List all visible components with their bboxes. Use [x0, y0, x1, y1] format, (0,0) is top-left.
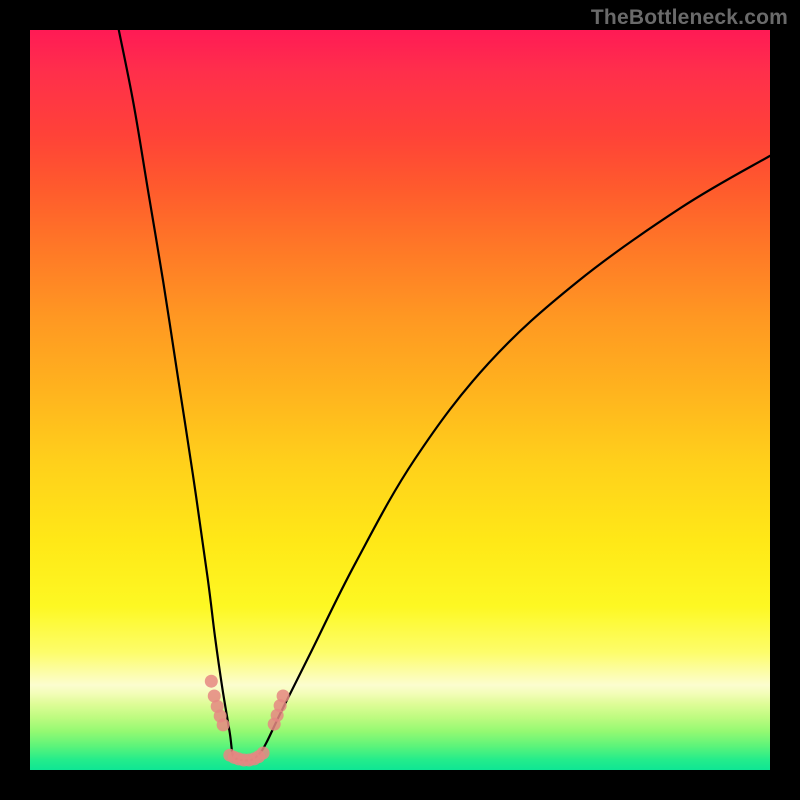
curve-marker	[205, 675, 218, 688]
watermark-text: TheBottleneck.com	[591, 6, 788, 30]
curve-marker	[217, 718, 230, 731]
curve-svg	[30, 30, 770, 770]
chart-frame: TheBottleneck.com	[0, 0, 800, 800]
plot-area	[30, 30, 770, 770]
curve-marker	[257, 746, 270, 759]
curve-markers	[205, 675, 290, 767]
curve-marker	[277, 690, 290, 703]
bottleneck-curve	[119, 30, 770, 761]
